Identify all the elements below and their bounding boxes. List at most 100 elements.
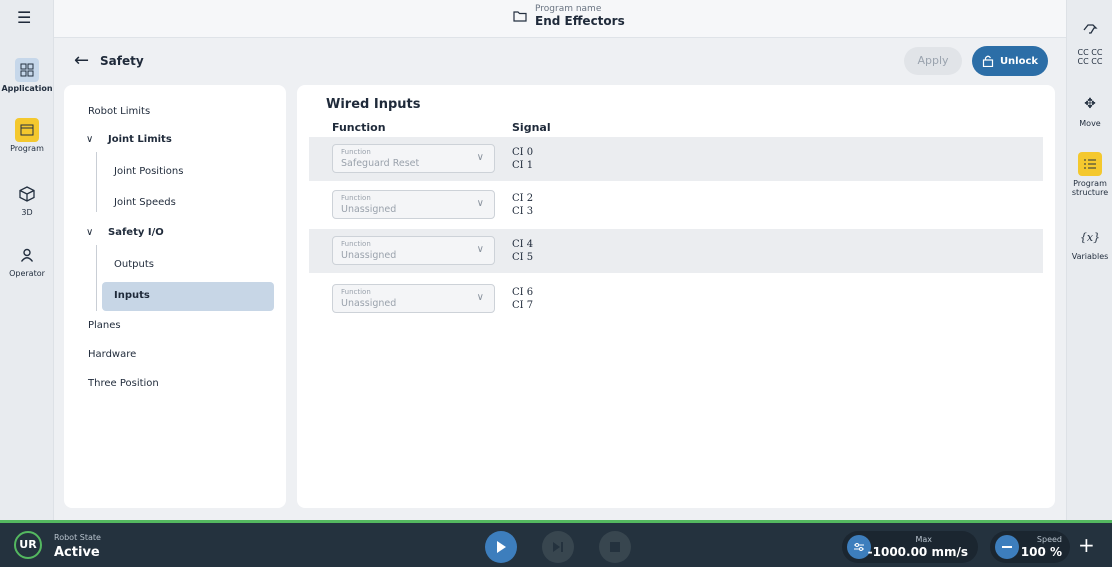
grid-icon <box>15 58 39 82</box>
rail-item-freedrive[interactable] <box>1067 16 1112 43</box>
rail-item-program[interactable]: Program <box>0 118 54 153</box>
program-name: End Effectors <box>535 14 625 28</box>
dropdown-label: Function <box>341 194 371 202</box>
hand-icon <box>1078 16 1102 40</box>
nav-item-three-position[interactable]: Three Position <box>88 378 310 389</box>
cc-line: CC CC <box>1077 48 1103 57</box>
page-header: ← Safety Apply Unlock <box>54 38 1066 86</box>
top-bar: Program name End Effectors <box>54 0 1066 38</box>
speed-value: 100 % <box>1020 545 1062 559</box>
robot-state-value[interactable]: Active <box>54 545 100 560</box>
right-rail: CC CC CC CC ✥ Move Program structure {x}… <box>1066 0 1112 520</box>
rail-item-program-structure[interactable]: Program structure <box>1067 152 1112 197</box>
program-icon <box>15 118 39 142</box>
rail-item-move[interactable]: ✥ Move <box>1067 92 1112 129</box>
minus-icon[interactable] <box>995 535 1019 559</box>
dropdown-value: Unassigned <box>341 298 397 309</box>
max-value: -1000.00 mm/s <box>867 545 968 559</box>
column-header-signal: Signal <box>512 121 551 134</box>
unlock-button[interactable]: Unlock <box>972 46 1048 76</box>
dropdown-value: Unassigned <box>341 204 397 215</box>
max-speed-pill[interactable]: Max -1000.00 mm/s <box>842 531 978 563</box>
back-arrow-icon[interactable]: ← <box>74 50 89 71</box>
table-row: Function Unassigned ∨ CI 6 CI 7 <box>309 277 1043 321</box>
dropdown-value: Safeguard Reset <box>341 158 420 169</box>
program-name-label: Program name <box>535 4 602 14</box>
function-dropdown[interactable]: Function Unassigned ∨ <box>332 190 495 219</box>
rail-item-operator[interactable]: Operator <box>0 243 54 278</box>
rail-label: 3D <box>21 208 33 217</box>
function-dropdown[interactable]: Function Unassigned ∨ <box>332 236 495 265</box>
dropdown-value: Unassigned <box>341 250 397 261</box>
signal-values: CI 4 CI 5 <box>512 238 533 264</box>
column-header-function: Function <box>332 121 386 134</box>
variables-icon: {x} <box>1079 230 1101 244</box>
tree-line <box>96 152 97 212</box>
stop-button[interactable] <box>599 531 631 563</box>
hamburger-menu-icon[interactable]: ☰ <box>17 8 31 27</box>
stop-icon <box>610 542 620 552</box>
ur-logo: UR <box>14 531 42 559</box>
signal-values: CI 2 CI 3 <box>512 192 533 218</box>
section-title: Wired Inputs <box>326 97 421 112</box>
rail-label: Operator <box>9 269 45 278</box>
program-structure-label-1: Program <box>1073 179 1107 188</box>
wired-inputs-panel: Wired Inputs Function Signal Function Sa… <box>297 85 1055 508</box>
rail-item-application[interactable]: Application <box>0 58 54 93</box>
function-dropdown[interactable]: Function Safeguard Reset ∨ <box>332 144 495 173</box>
plus-icon[interactable]: + <box>1078 533 1095 557</box>
move-icon: ✥ <box>1084 95 1096 112</box>
play-icon <box>497 541 506 553</box>
chevron-down-icon: ∨ <box>476 152 484 163</box>
step-icon <box>553 542 563 552</box>
rail-item-variables[interactable]: {x} Variables <box>1067 225 1112 262</box>
cc-line: CC CC <box>1077 57 1103 66</box>
chevron-down-icon: ∨ <box>86 227 94 238</box>
chevron-down-icon: ∨ <box>476 244 484 255</box>
nav-label: Joint Limits <box>108 134 172 145</box>
nav-item-robot-limits[interactable]: Robot Limits <box>88 106 310 117</box>
folder-icon <box>513 11 527 22</box>
safety-nav-panel: Robot Limits ∨ Joint Limits Joint Positi… <box>64 85 286 508</box>
signal-values: CI 0 CI 1 <box>512 146 533 172</box>
table-row: Function Safeguard Reset ∨ CI 0 CI 1 <box>309 137 1043 181</box>
rail-item-cc[interactable]: CC CC CC CC <box>1067 48 1112 66</box>
speed-label: Speed <box>1036 535 1062 544</box>
program-structure-label-2: structure <box>1071 188 1109 197</box>
table-row: Function Unassigned ∨ CI 4 CI 5 <box>309 229 1043 273</box>
page-title: Safety <box>100 54 144 68</box>
apply-button[interactable]: Apply <box>904 47 962 75</box>
program-name-block[interactable]: Program name End Effectors <box>513 4 625 28</box>
list-icon <box>1078 152 1102 176</box>
signal-2: CI 1 <box>512 160 534 171</box>
dropdown-label: Function <box>341 148 371 156</box>
chevron-down-icon: ∨ <box>86 134 94 145</box>
move-label: Move <box>1079 119 1101 128</box>
nav-item-hardware[interactable]: Hardware <box>88 349 310 360</box>
max-label: Max <box>915 535 932 544</box>
signal-1: CI 2 <box>512 193 534 204</box>
step-button[interactable] <box>542 531 574 563</box>
unlock-label: Unlock <box>999 55 1039 67</box>
signal-2: CI 7 <box>512 300 534 311</box>
play-button[interactable] <box>485 531 517 563</box>
robot-state-label: Robot State <box>54 533 101 542</box>
chevron-down-icon: ∨ <box>476 292 484 303</box>
speed-pill[interactable]: Speed 100 % <box>990 531 1070 563</box>
dropdown-label: Function <box>341 288 371 296</box>
rail-label: Application <box>1 84 53 93</box>
cube-icon <box>15 182 39 206</box>
bottom-status-bar: UR Robot State Active Max -1000.00 mm/s … <box>0 520 1112 567</box>
nav-item-planes[interactable]: Planes <box>88 320 310 331</box>
lock-icon <box>982 55 994 67</box>
signal-values: CI 6 CI 7 <box>512 286 533 312</box>
signal-1: CI 6 <box>512 287 534 298</box>
function-dropdown[interactable]: Function Unassigned ∨ <box>332 284 495 313</box>
nav-label: Safety I/O <box>108 227 164 238</box>
person-icon <box>15 243 39 267</box>
signal-2: CI 5 <box>512 252 534 263</box>
dropdown-label: Function <box>341 240 371 248</box>
rail-item-3d[interactable]: 3D <box>0 182 54 217</box>
rail-label: Program <box>10 144 44 153</box>
signal-2: CI 3 <box>512 206 534 217</box>
